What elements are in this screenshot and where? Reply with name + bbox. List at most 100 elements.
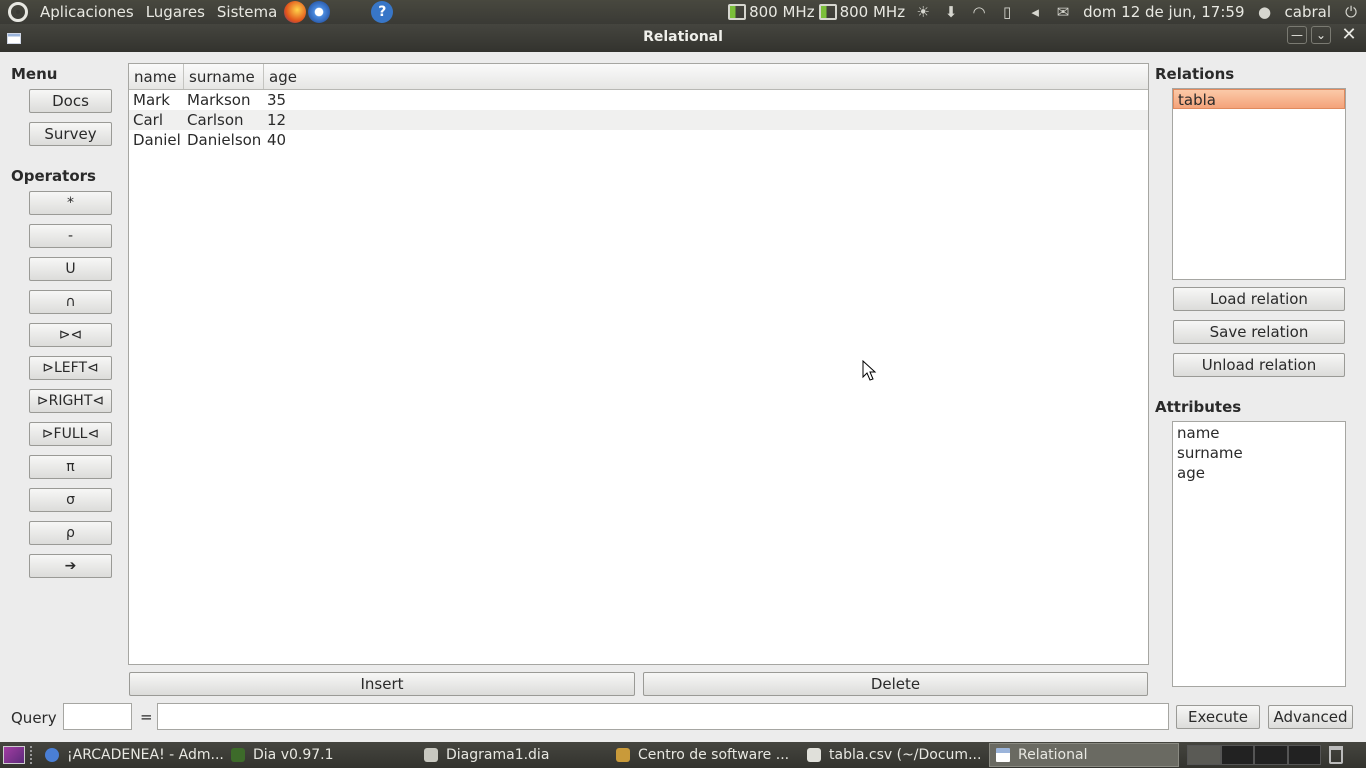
query-expression-input[interactable] <box>157 703 1169 730</box>
attribute-item[interactable]: name <box>1173 423 1345 443</box>
cell-name: Mark <box>133 91 170 109</box>
cpu-frequency-icon[interactable] <box>728 4 747 20</box>
workspace-switcher[interactable] <box>1187 745 1321 765</box>
relations-list[interactable]: tabla <box>1172 88 1346 280</box>
top-panel: Aplicaciones Lugares Sistema ? 800 MHz 8… <box>0 0 1366 24</box>
attributes-list[interactable]: name surname age <box>1172 421 1346 687</box>
attribute-item[interactable]: surname <box>1173 443 1345 463</box>
workspace-2[interactable] <box>1220 745 1254 765</box>
operator-assign-button[interactable]: ➔ <box>29 554 112 578</box>
query-label: Query <box>11 709 57 727</box>
operator-full-join-button[interactable]: ⊳FULL⊲ <box>29 422 112 446</box>
update-notifier-icon[interactable]: ⬇ <box>942 3 960 21</box>
workspace-1[interactable] <box>1187 745 1221 765</box>
taskbar-item-arcadenea[interactable]: ¡ARCADENEA! - Adm... <box>39 743 225 767</box>
operator-left-join-button[interactable]: ⊳LEFT⊲ <box>29 356 112 380</box>
brightness-icon[interactable]: ☀ <box>914 3 932 21</box>
chromium-icon[interactable] <box>308 1 331 23</box>
column-header-surname[interactable]: surname <box>184 64 264 89</box>
operator-projection-button[interactable]: π <box>29 455 112 479</box>
execute-button[interactable]: Execute <box>1176 705 1260 729</box>
unload-relation-button[interactable]: Unload relation <box>1173 353 1345 377</box>
cell-age: 35 <box>267 91 287 109</box>
user-name[interactable]: cabral <box>1279 0 1338 24</box>
mouse-cursor-icon <box>862 360 877 381</box>
table-header: name surname age <box>129 64 1148 90</box>
taskbar-item-tabla-csv[interactable]: tabla.csv (~/Docum... <box>801 743 989 767</box>
maximize-button[interactable]: ⌄ <box>1311 26 1331 44</box>
menu-places[interactable]: Lugares <box>140 0 211 24</box>
cell-surname: Danielson <box>187 131 262 149</box>
chat-status-icon[interactable]: ● <box>1256 3 1274 21</box>
software-center-icon <box>616 748 630 762</box>
docs-button[interactable]: Docs <box>29 89 112 113</box>
attributes-heading: Attributes <box>1155 398 1242 416</box>
save-relation-button[interactable]: Save relation <box>1173 320 1345 344</box>
show-desktop-icon[interactable] <box>3 746 25 764</box>
menu-system[interactable]: Sistema <box>211 0 283 24</box>
table-row[interactable]: Mark Markson 35 <box>129 90 1148 110</box>
trash-icon[interactable] <box>1329 746 1343 764</box>
relation-table[interactable]: name surname age Mark Markson 35 Carl Ca… <box>128 63 1149 665</box>
load-relation-button[interactable]: Load relation <box>1173 287 1345 311</box>
chromium-icon <box>45 748 59 762</box>
text-editor-icon <box>807 748 821 762</box>
operator-difference-button[interactable]: - <box>29 224 112 248</box>
column-header-name[interactable]: name <box>129 64 184 89</box>
operator-intersection-button[interactable]: ∩ <box>29 290 112 314</box>
mail-icon[interactable]: ✉ <box>1054 3 1072 21</box>
cpu-frequency-1[interactable]: 800 MHz <box>749 0 819 24</box>
dia-document-icon <box>424 748 438 762</box>
operators-heading: Operators <box>11 167 96 185</box>
relation-item[interactable]: tabla <box>1173 89 1345 109</box>
taskbar-item-relational[interactable]: Relational <box>989 743 1179 767</box>
cell-age: 40 <box>267 131 287 149</box>
workspace-4[interactable] <box>1287 745 1321 765</box>
result-name-input[interactable] <box>63 703 132 730</box>
firefox-icon[interactable] <box>284 1 307 23</box>
column-header-age[interactable]: age <box>264 64 1148 89</box>
clock[interactable]: dom 12 de jun, 17:59 <box>1077 0 1250 24</box>
task-label: Dia v0.97.1 <box>253 747 334 763</box>
taskbar-item-diagrama[interactable]: Diagrama1.dia <box>418 743 610 767</box>
task-label: Centro de software ... <box>638 747 790 763</box>
operator-selection-button[interactable]: σ <box>29 488 112 512</box>
table-row[interactable]: Daniel Danielson 40 <box>129 130 1148 150</box>
window-title: Relational <box>643 29 723 45</box>
survey-button[interactable]: Survey <box>29 122 112 146</box>
volume-icon[interactable]: ◂ <box>1026 3 1044 21</box>
battery-icon[interactable]: ▯ <box>998 3 1016 21</box>
operator-right-join-button[interactable]: ⊳RIGHT⊲ <box>29 389 112 413</box>
operator-rename-button[interactable]: ρ <box>29 521 112 545</box>
close-button[interactable]: ✕ <box>1339 26 1359 45</box>
cpu-frequency-icon[interactable] <box>818 4 837 20</box>
taskbar-item-dia[interactable]: Dia v0.97.1 <box>225 743 418 767</box>
operator-union-button[interactable]: U <box>29 257 112 281</box>
task-label: Relational <box>1018 747 1088 763</box>
taskbar-handle <box>30 746 34 764</box>
minimize-button[interactable]: — <box>1287 26 1307 44</box>
wifi-icon[interactable]: ◠ <box>970 3 988 21</box>
bottom-taskbar: ¡ARCADENEA! - Adm... Dia v0.97.1 Diagram… <box>0 742 1366 768</box>
window-titlebar[interactable]: Relational — ⌄ ✕ <box>0 24 1366 52</box>
operator-product-button[interactable]: * <box>29 191 112 215</box>
menu-applications[interactable]: Aplicaciones <box>34 0 140 24</box>
power-icon[interactable]: ⏻ <box>1342 3 1360 21</box>
table-row[interactable]: Carl Carlson 12 <box>129 110 1148 130</box>
insert-button[interactable]: Insert <box>129 672 635 696</box>
help-icon[interactable]: ? <box>371 1 394 23</box>
task-label: Diagrama1.dia <box>446 747 550 763</box>
advanced-button[interactable]: Advanced <box>1268 705 1353 729</box>
cell-name: Daniel <box>133 131 181 149</box>
cell-surname: Carlson <box>187 111 244 129</box>
ubuntu-logo-icon[interactable] <box>8 2 28 22</box>
workspace-3[interactable] <box>1254 745 1288 765</box>
delete-button[interactable]: Delete <box>643 672 1148 696</box>
cell-surname: Markson <box>187 91 251 109</box>
cpu-frequency-2[interactable]: 800 MHz <box>840 0 910 24</box>
attribute-item[interactable]: age <box>1173 463 1345 483</box>
taskbar-item-software-center[interactable]: Centro de software ... <box>610 743 801 767</box>
dia-icon <box>231 748 245 762</box>
operator-join-button[interactable]: ⊳⊲ <box>29 323 112 347</box>
task-label: tabla.csv (~/Docum... <box>829 747 982 763</box>
